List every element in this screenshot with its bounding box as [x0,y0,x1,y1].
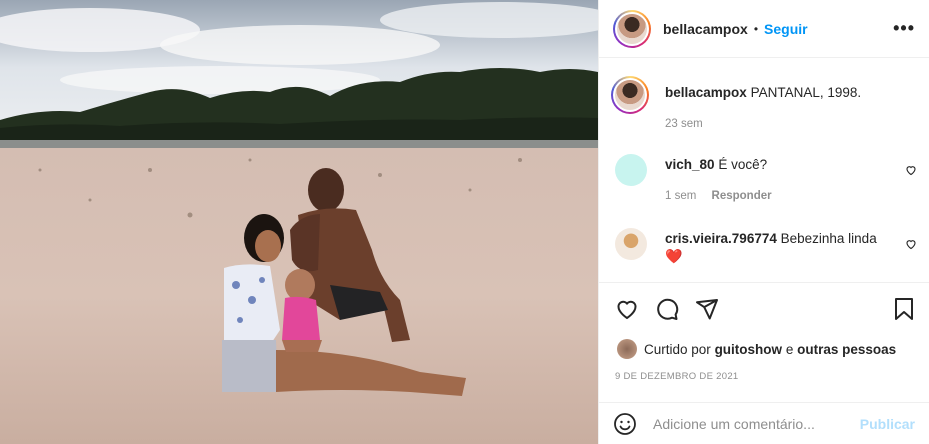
likes-conj: e [785,341,794,357]
action-icons [613,297,917,323]
like-comment-heart-icon[interactable] [905,164,917,176]
author-avatar[interactable] [613,9,651,48]
comment-username[interactable]: vich_80 [665,157,715,172]
comment-item: cris.vieira.796774 Bebezinha linda ❤️ [613,228,917,272]
comment-time[interactable]: 1 sem [665,190,696,202]
caption-avatar[interactable] [611,76,649,114]
likes-summary: Curtido por guitoshow e outras pessoas [617,339,896,359]
commenter-avatar[interactable] [615,228,647,260]
publish-button[interactable]: Publicar [860,416,915,432]
share-paper-plane-icon[interactable] [695,297,719,321]
reply-button[interactable]: Responder [712,190,772,202]
caption-body: PANTANAL, 1998. [750,85,862,100]
author-username[interactable]: bellacampox [663,21,748,37]
save-bookmark-icon[interactable] [893,297,915,321]
comment-composer: Adicione um comentário... Publicar [599,402,929,444]
caption-time[interactable]: 23 sem [665,118,703,130]
comment-username[interactable]: cris.vieira.796774 [665,231,777,246]
caption-username[interactable]: bellacampox [665,85,747,100]
like-heart-icon[interactable] [615,297,639,321]
likes-others-link[interactable]: outras pessoas [797,342,896,357]
post-date[interactable]: 9 DE DEZEMBRO DE 2021 [615,371,739,382]
post-actions: Curtido por guitoshow e outras pessoas 9… [599,282,929,404]
header-separator: • [753,21,759,36]
comment-body: Bebezinha linda [780,231,877,246]
follow-button[interactable]: Seguir [764,21,808,37]
liker-username[interactable]: guitoshow [715,342,783,357]
comment-meta: 1 sem Responder [665,190,772,202]
likes-prefix: Curtido por [644,341,711,357]
like-comment-heart-icon[interactable] [905,238,917,250]
emoji-smiley-icon[interactable] [613,412,637,436]
post-details-panel: bellacampox • Seguir ••• bellacampox PAN… [598,0,929,444]
caption-row: bellacampox PANTANAL, 1998. 23 sem [611,76,917,136]
post-header: bellacampox • Seguir ••• [599,0,929,58]
comment-input[interactable]: Adicione um comentário... [653,416,815,432]
comments-list: bellacampox PANTANAL, 1998. 23 sem vich_… [599,58,929,282]
comment-body: É você? [718,157,768,172]
post-photo[interactable] [0,0,598,444]
post-view: bellacampox • Seguir ••• bellacampox PAN… [0,0,929,444]
beach-family-photo [0,0,598,444]
comment-text: cris.vieira.796774 Bebezinha linda [665,230,877,248]
comment-item: vich_80 É você? 1 sem Responder [613,154,917,204]
commenter-avatar[interactable] [615,154,647,186]
liker-avatar[interactable] [617,339,637,359]
heart-emoji: ❤️ [665,248,683,264]
comment-bubble-icon[interactable] [655,297,679,321]
caption-text: bellacampox PANTANAL, 1998. [665,84,861,102]
comment-text: vich_80 É você? [665,156,767,174]
more-options-icon[interactable]: ••• [893,18,915,39]
